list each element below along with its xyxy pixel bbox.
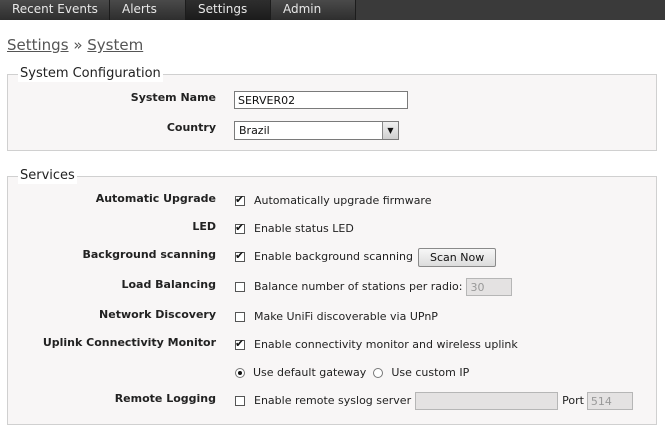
port-label: Port [562, 394, 584, 407]
system-name-label: System Name [130, 91, 216, 104]
automatic-upgrade-text: Automatically upgrade firmware [254, 194, 432, 207]
default-gateway-radio[interactable] [235, 368, 245, 378]
network-discovery-row: Network Discovery Make UniFi discoverabl… [8, 306, 656, 328]
automatic-upgrade-checkbox[interactable] [235, 193, 245, 206]
load-balancing-row: Load Balancing Balance number of station… [8, 276, 656, 298]
system-configuration-group: System Configuration System Name Country… [7, 66, 657, 151]
load-balancing-checkbox[interactable] [235, 282, 245, 292]
background-scanning-checkbox[interactable] [235, 249, 245, 262]
syslog-port-input[interactable] [586, 392, 633, 410]
tab-recent-events[interactable]: Recent Events [0, 0, 110, 20]
background-scanning-label: Background scanning [82, 248, 217, 261]
remote-logging-text: Enable remote syslog server [254, 394, 412, 407]
led-text: Enable status LED [254, 222, 354, 235]
system-name-row: System Name [8, 89, 656, 111]
custom-ip-text: Use custom IP [391, 366, 470, 379]
uplink-monitor-checkbox[interactable] [235, 337, 245, 350]
tab-settings[interactable]: Settings [186, 0, 271, 20]
led-checkbox[interactable] [235, 221, 245, 234]
automatic-upgrade-label: Automatic Upgrade [95, 192, 216, 205]
country-label: Country [166, 121, 216, 134]
group-legend: System Configuration [18, 66, 163, 82]
background-scanning-row: Background scanning Enable background sc… [8, 246, 656, 268]
default-gateway-text: Use default gateway [253, 366, 367, 379]
country-select-value: Brazil [239, 123, 270, 137]
uplink-monitor-label: Uplink Connectivity Monitor [42, 336, 216, 349]
syslog-server-input[interactable] [415, 392, 559, 410]
services-group: Services Automatic Upgrade Automatically… [7, 168, 657, 425]
network-discovery-text: Make UniFi discoverable via UPnP [254, 310, 438, 323]
stations-per-radio-input[interactable] [466, 278, 513, 296]
scan-now-button[interactable]: Scan Now [418, 247, 497, 267]
background-scanning-text: Enable background scanning [254, 250, 413, 263]
breadcrumb-settings-link[interactable]: Settings [7, 36, 69, 54]
load-balancing-label: Load Balancing [121, 278, 216, 291]
led-label: LED [192, 220, 216, 233]
nav-filler [356, 0, 665, 20]
country-select[interactable]: Brazil ▼ [234, 120, 399, 140]
uplink-gateway-row: Use default gateway Use custom IP [8, 362, 656, 384]
top-nav: Recent Events Alerts Settings Admin [0, 0, 665, 20]
automatic-upgrade-row: Automatic Upgrade Automatically upgrade … [8, 190, 656, 212]
chevron-down-icon[interactable]: ▼ [382, 121, 398, 139]
system-name-input[interactable] [234, 91, 408, 109]
remote-logging-row: Remote Logging Enable remote syslog serv… [8, 390, 656, 412]
custom-ip-radio[interactable] [373, 368, 384, 378]
load-balancing-text: Balance number of stations per radio: [254, 280, 463, 293]
breadcrumb-separator: » [73, 36, 83, 54]
remote-logging-label: Remote Logging [114, 392, 216, 405]
group-legend: Services [18, 168, 77, 184]
network-discovery-label: Network Discovery [99, 308, 216, 321]
uplink-monitor-row: Uplink Connectivity Monitor Enable conne… [8, 334, 656, 356]
network-discovery-checkbox[interactable] [235, 312, 245, 322]
tab-admin[interactable]: Admin [271, 0, 356, 20]
uplink-monitor-text: Enable connectivity monitor and wireless… [254, 338, 518, 351]
country-row: Country Brazil ▼ [8, 119, 656, 141]
breadcrumb-system-link[interactable]: System [87, 36, 143, 54]
breadcrumb: Settings » System [7, 36, 143, 54]
led-row: LED Enable status LED [8, 218, 656, 240]
remote-logging-checkbox[interactable] [235, 396, 245, 406]
tab-alerts[interactable]: Alerts [110, 0, 186, 20]
